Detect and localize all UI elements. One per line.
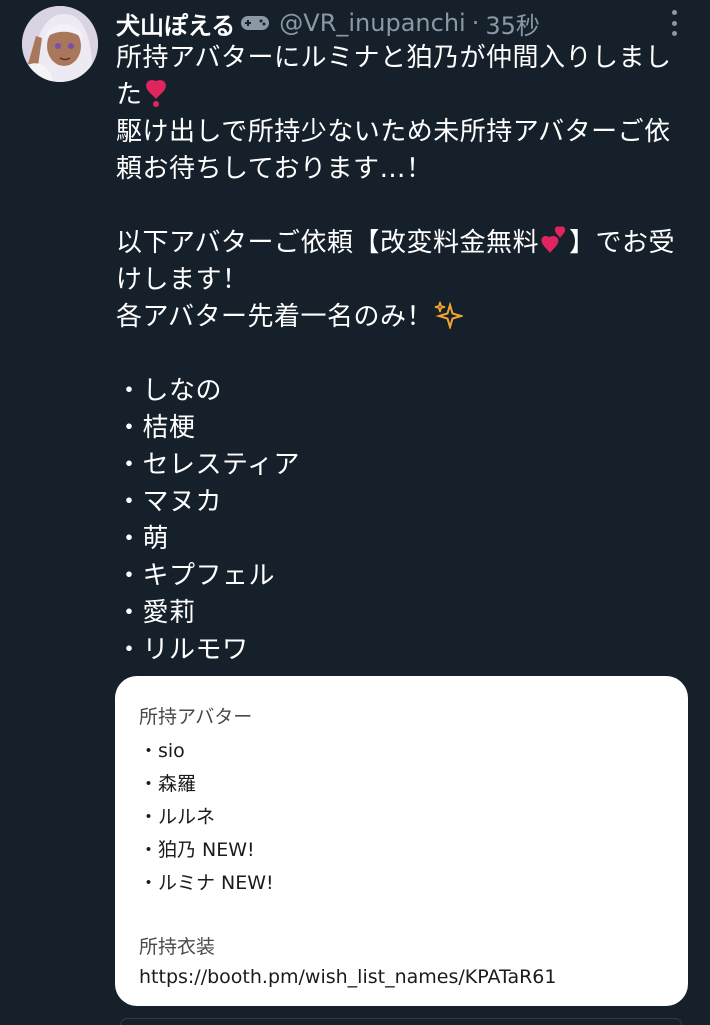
list-item: ・愛莉	[116, 598, 196, 628]
list-item: ・しなの	[116, 376, 223, 406]
gamepad-icon	[239, 13, 271, 33]
list-item: ・セレスティア	[116, 450, 300, 480]
text-line: 駆け出しで所持少ないため未所持アバターご依	[116, 117, 671, 147]
text-line: 以下アバターご依頼【改変料金無料 】でお受	[116, 225, 686, 262]
avatar[interactable]	[22, 6, 98, 82]
heart-exclamation-icon	[143, 79, 169, 118]
text-line: けします！	[116, 265, 249, 295]
card-list-item: ・sio	[139, 740, 185, 762]
text-line: 頼お待ちしております…！	[116, 154, 433, 184]
text-line: 所持アバターにルミナと狛乃が仲間入りしまし	[116, 43, 672, 73]
card-heading: 所持アバター	[139, 706, 253, 728]
two-hearts-icon	[539, 225, 569, 266]
list-item: ・マヌカ	[116, 487, 223, 517]
tweet: 犬山ぽえる @VR_inupanchi · 35秒 所持アバターにルミナと狛乃が…	[0, 0, 710, 1025]
list-item: ・桔梗	[116, 413, 196, 443]
timestamp[interactable]: 35秒	[485, 6, 540, 41]
list-item: ・萌	[116, 524, 170, 554]
card-list-item: ・狛乃 NEW!	[139, 839, 255, 861]
tweet-text: 所持アバターにルミナと狛乃が仲間入りしまし た 駆け出しで所持少ないため未所持ア…	[116, 40, 686, 669]
user-handle[interactable]: @VR_inupanchi	[279, 9, 465, 37]
card-url: https://booth.pm/wish_list_names/KPATaR6…	[139, 966, 557, 988]
card-list-item: ・ルルネ	[139, 806, 216, 828]
text-line: た	[116, 77, 686, 114]
card-list-item: ・森羅	[139, 773, 197, 795]
card-outfits-heading: 所持衣装	[139, 936, 216, 958]
card-list-item: ・ルミナ NEW!	[139, 872, 274, 894]
list-item: ・キプフェル	[116, 561, 276, 591]
display-name[interactable]: 犬山ぽえる	[116, 6, 235, 41]
more-vertical-icon[interactable]	[666, 10, 682, 36]
sparkles-icon	[433, 301, 465, 340]
text-line: 各アバター先着一名のみ！	[116, 299, 686, 336]
avatar-image	[22, 6, 98, 82]
list-item: ・リルモワ	[116, 635, 249, 665]
tweet-header: 犬山ぽえる @VR_inupanchi · 35秒	[116, 6, 540, 40]
separator-dot: ·	[471, 9, 480, 37]
attached-image-card[interactable]: 所持アバター ・sio ・森羅 ・ルルネ ・狛乃 NEW! ・ルミナ NEW! …	[115, 676, 688, 1006]
